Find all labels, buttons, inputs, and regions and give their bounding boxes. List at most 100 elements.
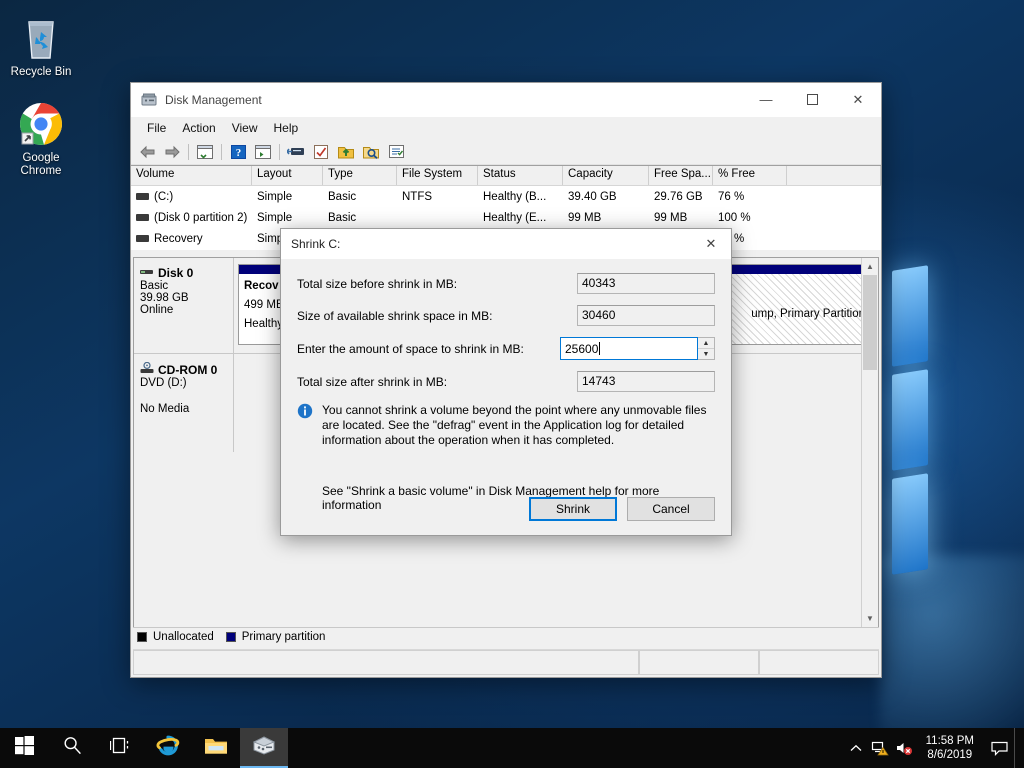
shrink-amount-input[interactable]: 25600	[560, 337, 698, 360]
close-button[interactable]: ✕	[835, 83, 881, 116]
disk-name: CD-ROM 0	[158, 363, 217, 377]
folder-search-icon[interactable]	[359, 141, 383, 163]
disk-map-scrollbar[interactable]: ▲ ▼	[861, 258, 878, 627]
cell-status: Healthy (E...	[478, 212, 563, 224]
start-button[interactable]	[0, 728, 48, 768]
wallpaper-logo-fragment	[892, 265, 928, 367]
field-label: Enter the amount of space to shrink in M…	[297, 342, 560, 356]
minimize-button[interactable]: —	[743, 83, 789, 116]
menu-item-file[interactable]: File	[139, 119, 174, 137]
svg-text:?: ?	[235, 147, 241, 159]
dialog-body: Total size before shrink in MB: 40343 Si…	[281, 259, 731, 512]
menu-bar: File Action View Help	[131, 117, 881, 139]
forward-arrow-icon[interactable]	[160, 141, 184, 163]
field-label: Total size after shrink in MB:	[297, 375, 577, 389]
column-header-blank[interactable]	[787, 166, 881, 185]
internet-explorer-button[interactable]	[144, 728, 192, 768]
desktop-icon-recycle-bin[interactable]: Recycle Bin	[2, 14, 80, 79]
search-button[interactable]	[48, 728, 96, 768]
cell-capacity: 99 MB	[563, 212, 649, 224]
column-header-layout[interactable]: Layout	[252, 166, 323, 185]
cell-status: Healthy (B...	[478, 191, 563, 203]
available-shrink-space-value: 30460	[577, 305, 715, 326]
scroll-down-icon[interactable]: ▼	[862, 610, 878, 627]
rescan-disks-icon[interactable]	[284, 141, 308, 163]
shrink-amount-stepper[interactable]: ▲ ▼	[698, 337, 715, 360]
field-label: Total size before shrink in MB:	[297, 277, 577, 291]
status-pane-1	[133, 650, 639, 675]
clock[interactable]: 11:58 PM 8/6/2019	[916, 728, 984, 768]
column-header-percent-free[interactable]: % Free	[713, 166, 787, 185]
disk-state: No Media	[140, 403, 233, 415]
disk-type: DVD (D:)	[140, 377, 233, 389]
task-view-button[interactable]	[96, 728, 144, 768]
chrome-icon	[2, 100, 80, 148]
search-icon	[63, 736, 82, 760]
cancel-button[interactable]: Cancel	[627, 497, 715, 521]
action-center-icon[interactable]	[984, 728, 1014, 768]
system-tray: 11:58 PM 8/6/2019	[844, 728, 1024, 768]
checkmark-icon[interactable]	[309, 141, 333, 163]
disk-management-button[interactable]	[240, 728, 288, 768]
volume-muted-icon[interactable]	[892, 728, 916, 768]
help-icon[interactable]: ?	[226, 141, 250, 163]
back-arrow-icon[interactable]	[135, 141, 159, 163]
toolbar: ?	[131, 139, 881, 165]
column-header-status[interactable]: Status	[478, 166, 563, 185]
column-header-type[interactable]: Type	[323, 166, 397, 185]
stepper-up-icon[interactable]: ▲	[698, 338, 714, 349]
cell-percent-free: 100 %	[713, 212, 787, 224]
column-header-capacity[interactable]: Capacity	[563, 166, 649, 185]
clock-date: 8/6/2019	[926, 748, 974, 762]
disk-info-disk0: Disk 0 Basic 39.98 GB Online	[134, 258, 234, 353]
total-size-before-value: 40343	[577, 273, 715, 294]
column-header-file-system[interactable]: File System	[397, 166, 478, 185]
cell-volume: (Disk 0 partition 2)	[154, 212, 247, 224]
disk-icon	[140, 267, 153, 279]
dialog-title-bar[interactable]: Shrink C: ✕	[281, 229, 731, 259]
taskbar: 11:58 PM 8/6/2019	[0, 728, 1024, 768]
column-header-free-space[interactable]: Free Spa...	[649, 166, 713, 185]
network-warning-icon[interactable]	[868, 728, 892, 768]
cell-volume: (C:)	[154, 191, 173, 203]
window-title-bar[interactable]: Disk Management — ✕	[131, 83, 881, 117]
cell-type: Basic	[323, 191, 397, 203]
disk-spacer	[140, 389, 233, 403]
cell-type: Basic	[323, 212, 397, 224]
scroll-up-icon[interactable]: ▲	[862, 258, 878, 275]
menu-item-help[interactable]: Help	[266, 119, 307, 137]
show-desktop-button[interactable]	[1014, 728, 1024, 768]
toolbar-separator	[221, 144, 222, 160]
show-hide-console-tree-icon[interactable]	[193, 141, 217, 163]
menu-item-view[interactable]: View	[224, 119, 266, 137]
disk-type: Basic	[140, 280, 233, 292]
list-icon[interactable]	[384, 141, 408, 163]
file-explorer-button[interactable]	[192, 728, 240, 768]
maximize-button[interactable]	[789, 83, 835, 116]
stepper-down-icon[interactable]: ▼	[698, 349, 714, 359]
field-shrink-amount: Enter the amount of space to shrink in M…	[297, 337, 715, 360]
cell-file-system: NTFS	[397, 191, 478, 203]
dialog-close-button[interactable]: ✕	[691, 230, 731, 259]
desktop-icon-google-chrome[interactable]: Google Chrome	[2, 100, 80, 178]
menu-item-action[interactable]: Action	[174, 119, 223, 137]
properties-icon[interactable]	[251, 141, 275, 163]
window-title: Disk Management	[165, 93, 743, 107]
clock-time: 11:58 PM	[926, 734, 974, 748]
disk-management-icon	[252, 735, 276, 760]
folder-up-icon[interactable]	[334, 141, 358, 163]
show-hidden-icons-icon[interactable]	[844, 728, 868, 768]
info-icon	[297, 403, 313, 448]
column-header-volume[interactable]: Volume	[131, 166, 252, 185]
table-row[interactable]: (Disk 0 partition 2) Simple Basic Health…	[131, 207, 881, 228]
dialog-info-note: You cannot shrink a volume beyond the po…	[297, 403, 715, 448]
disk-state: Online	[140, 304, 233, 316]
volume-icon	[136, 235, 149, 242]
wallpaper-logo-fragment	[892, 369, 928, 471]
status-pane-3	[759, 650, 879, 675]
scrollbar-thumb[interactable]	[863, 275, 877, 370]
cdrom-icon	[140, 362, 154, 377]
internet-explorer-icon	[156, 734, 180, 762]
shrink-button[interactable]: Shrink	[529, 497, 617, 521]
table-row[interactable]: (C:) Simple Basic NTFS Healthy (B... 39.…	[131, 186, 881, 207]
